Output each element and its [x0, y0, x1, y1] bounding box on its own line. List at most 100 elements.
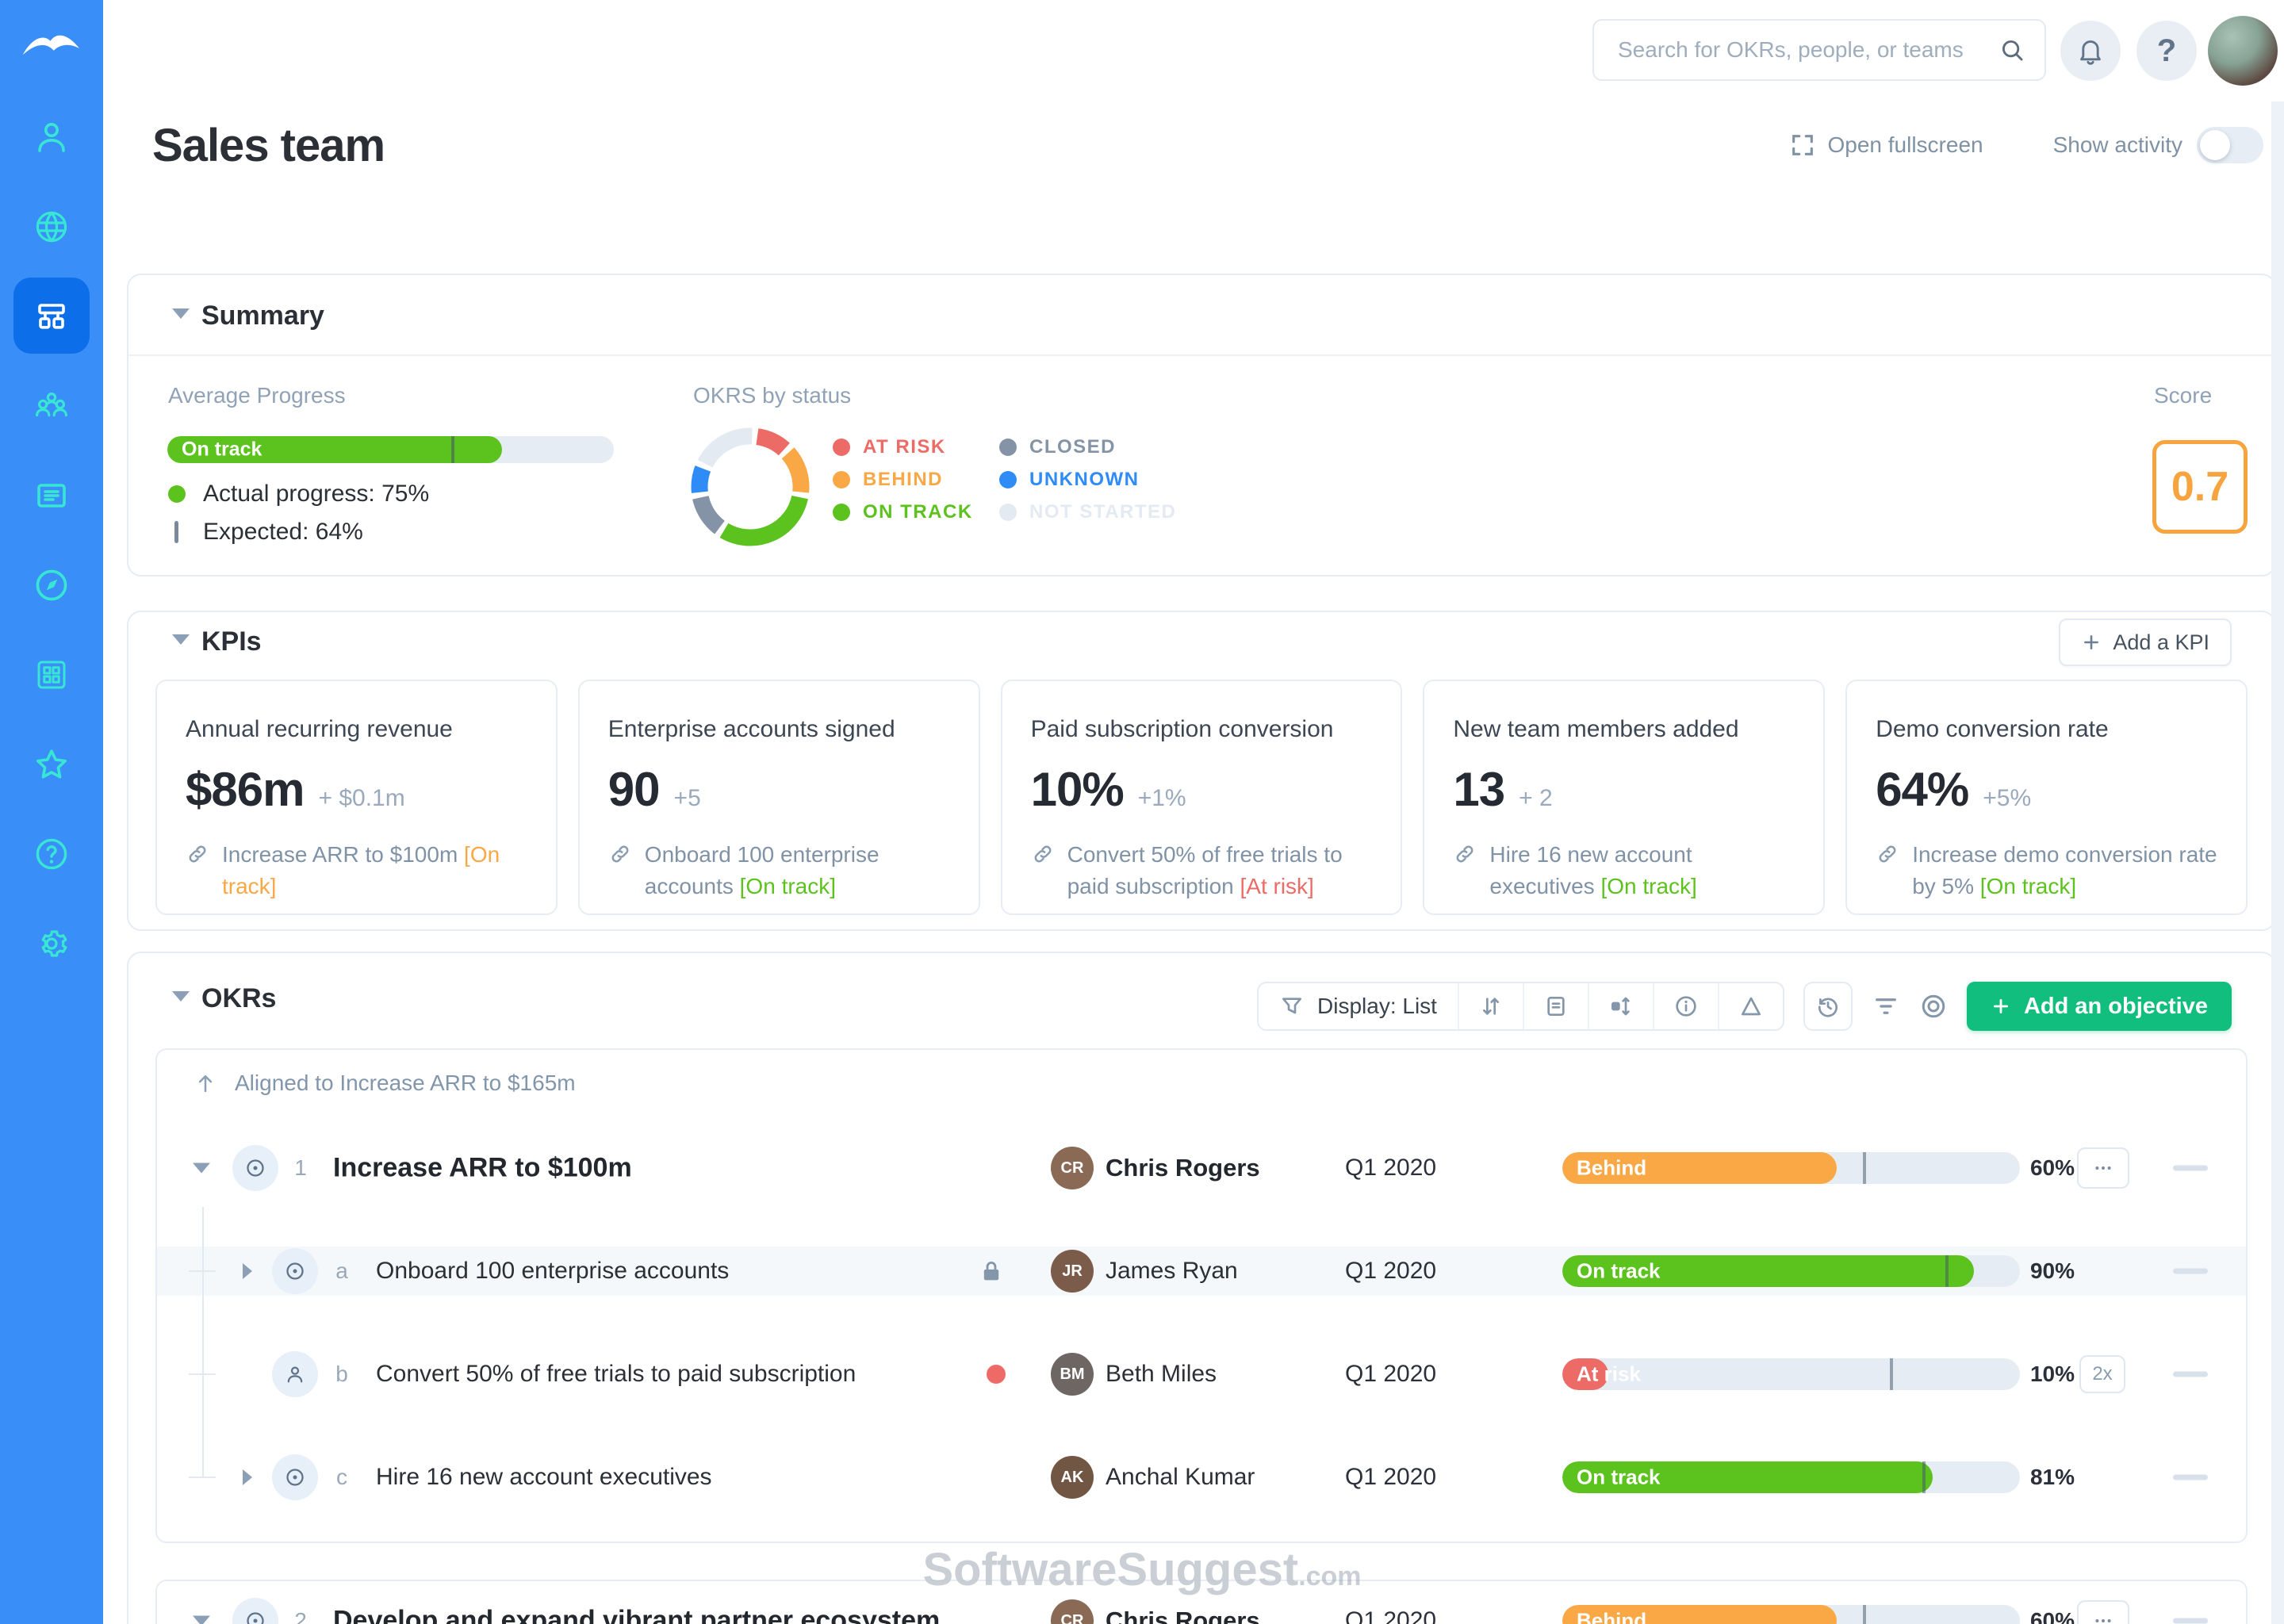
sidebar-item-grid[interactable]	[0, 630, 103, 719]
okrs-toolbar: Display: List	[1257, 982, 2232, 1031]
help-button[interactable]: ?	[2136, 21, 2197, 81]
kpi-card[interactable]: Enterprise accounts signed90+5Onboard 10…	[578, 680, 980, 915]
legend-label: UNKNOWN	[1029, 469, 1139, 491]
info-button[interactable]	[1653, 983, 1718, 1029]
tick-glyph-icon	[174, 521, 178, 543]
owner-name[interactable]: James Ryan	[1106, 1258, 1238, 1285]
key-result-row[interactable]: bConvert 50% of free trials to paid subs…	[157, 1323, 2246, 1426]
fullscreen-icon[interactable]	[1789, 132, 1816, 159]
kpi-card[interactable]: Demo conversion rate64%+5%Increase demo …	[1845, 680, 2248, 915]
okrs-collapse-caret[interactable]	[172, 991, 190, 1002]
owner-name[interactable]: Beth Miles	[1106, 1361, 1217, 1388]
progress-bar: On track	[1562, 1461, 2020, 1493]
sort-button[interactable]	[1458, 983, 1523, 1029]
tree-guide-line	[202, 1207, 204, 1477]
scrollbar-track[interactable]	[2271, 102, 2284, 1624]
add-objective-button[interactable]: Add an objective	[1967, 982, 2232, 1031]
owner-avatar[interactable]: CR	[1051, 1147, 1094, 1189]
objective-row[interactable]: 1Increase ARR to $100mCRChris RogersQ1 2…	[157, 1116, 2246, 1220]
sidebar-item-settings[interactable]	[0, 898, 103, 988]
summary-title: Summary	[201, 301, 324, 331]
link-icon	[1876, 842, 1899, 866]
kpi-value-row: 64%+5%	[1876, 762, 2217, 817]
search-icon[interactable]	[1998, 36, 2025, 63]
progress-status-label: On track	[182, 439, 262, 462]
owner-name[interactable]: Chris Rogers	[1106, 1154, 1260, 1182]
kpi-card[interactable]: Paid subscription conversion10%+1%Conver…	[1001, 680, 1403, 915]
compass-icon	[33, 566, 71, 604]
progress-status-label: On track	[1577, 1259, 1661, 1284]
more-options-button[interactable]	[2077, 1147, 2129, 1189]
owner-avatar[interactable]: BM	[1051, 1353, 1094, 1396]
show-activity-label: Show activity	[2053, 132, 2182, 158]
kpis-collapse-caret[interactable]	[172, 634, 190, 645]
sidebar-item-document[interactable]	[0, 450, 103, 540]
empty-score-dash	[2173, 1372, 2208, 1377]
link-icon	[1453, 842, 1477, 866]
objective-title[interactable]: Increase ARR to $100m	[333, 1153, 632, 1184]
delta-button[interactable]	[1718, 983, 1783, 1029]
owner-name[interactable]: Chris Rogers	[1106, 1607, 1260, 1624]
sidebar-item-globe[interactable]	[0, 182, 103, 271]
filter-button[interactable]	[1872, 992, 1900, 1021]
key-result-title[interactable]: Hire 16 new account executives	[376, 1464, 712, 1491]
search-input[interactable]	[1592, 19, 2046, 81]
target-type-icon	[232, 1598, 278, 1624]
kpi-linked-objective[interactable]: Increase demo conversion rate by 5% [On …	[1876, 839, 2217, 902]
key-result-title[interactable]: Convert 50% of free trials to paid subsc…	[376, 1361, 856, 1388]
kpi-linked-objective[interactable]: Hire 16 new account executives [On track…	[1453, 839, 1795, 902]
kpi-card[interactable]: New team members added13+ 2Hire 16 new a…	[1423, 680, 1825, 915]
empty-score-dash	[2173, 1618, 2208, 1624]
summary-collapse-caret[interactable]	[172, 308, 190, 319]
period-label: Q1 2020	[1345, 1607, 1436, 1624]
target-view-button[interactable]	[1919, 992, 1948, 1021]
filter-lines-icon	[1872, 992, 1900, 1021]
key-result-row[interactable]: aOnboard 100 enterprise accountsJRJames …	[157, 1220, 2246, 1323]
key-result-title[interactable]: Onboard 100 enterprise accounts	[376, 1258, 729, 1285]
objective-title[interactable]: Develop and expand vibrant partner ecosy…	[333, 1606, 940, 1624]
target-icon	[283, 1465, 307, 1489]
user-avatar[interactable]	[2208, 16, 2278, 86]
expand-caret[interactable]	[243, 1469, 252, 1485]
sidebar-item-org-chart[interactable]	[0, 271, 103, 361]
sidebar-item-user[interactable]	[0, 92, 103, 182]
kpi-linked-objective[interactable]: Onboard 100 enterprise accounts [On trac…	[608, 839, 950, 902]
sidebar-item-help[interactable]	[0, 809, 103, 898]
page-title: Sales team	[152, 119, 385, 172]
legend-item: AT RISK	[833, 431, 973, 463]
target-type-icon	[232, 1145, 278, 1191]
app-logo-icon[interactable]	[17, 19, 86, 71]
sidebar-item-team[interactable]	[0, 361, 103, 450]
owner-avatar[interactable]: CR	[1051, 1599, 1094, 1624]
kpi-value-row: 90+5	[608, 762, 950, 817]
expected-progress-row: Expected: 64%	[168, 516, 363, 548]
kpi-linked-objective[interactable]: Convert 50% of free trials to paid subsc…	[1031, 839, 1373, 902]
aligned-to-row[interactable]: Aligned to Increase ARR to $165m	[157, 1050, 2246, 1116]
settings-icon	[33, 925, 71, 963]
expected-tick	[1863, 1605, 1866, 1624]
compact-view-button[interactable]	[1523, 983, 1588, 1029]
owner-name[interactable]: Anchal Kumar	[1106, 1464, 1255, 1491]
owner-avatar[interactable]: AK	[1051, 1456, 1094, 1499]
objective-row[interactable]: 2Develop and expand vibrant partner ecos…	[157, 1581, 2246, 1624]
notifications-button[interactable]	[2060, 21, 2121, 81]
row-height-button[interactable]	[1588, 983, 1653, 1029]
expand-caret[interactable]	[243, 1263, 252, 1279]
expand-caret[interactable]	[193, 1163, 210, 1174]
history-button[interactable]	[1803, 982, 1853, 1031]
kpi-delta: + 2	[1519, 785, 1553, 812]
kpi-card[interactable]: Annual recurring revenue$86m+ $0.1mIncre…	[155, 680, 558, 915]
empty-score-dash	[2173, 1475, 2208, 1480]
sidebar-item-star[interactable]	[0, 719, 103, 809]
expand-caret[interactable]	[193, 1616, 210, 1624]
sidebar-item-compass[interactable]	[0, 540, 103, 630]
add-kpi-button[interactable]: Add a KPI	[2059, 619, 2232, 666]
display-mode-button[interactable]: Display: List	[1259, 983, 1458, 1029]
key-result-row[interactable]: cHire 16 new account executivesAKAnchal …	[157, 1426, 2246, 1529]
more-options-button[interactable]	[2077, 1600, 2129, 1624]
open-fullscreen-label[interactable]: Open fullscreen	[1827, 132, 1983, 158]
donut-segment	[705, 436, 752, 464]
show-activity-toggle[interactable]	[2197, 127, 2263, 163]
kpi-linked-objective[interactable]: Increase ARR to $100m [On track]	[186, 839, 527, 902]
owner-avatar[interactable]: JR	[1051, 1250, 1094, 1293]
